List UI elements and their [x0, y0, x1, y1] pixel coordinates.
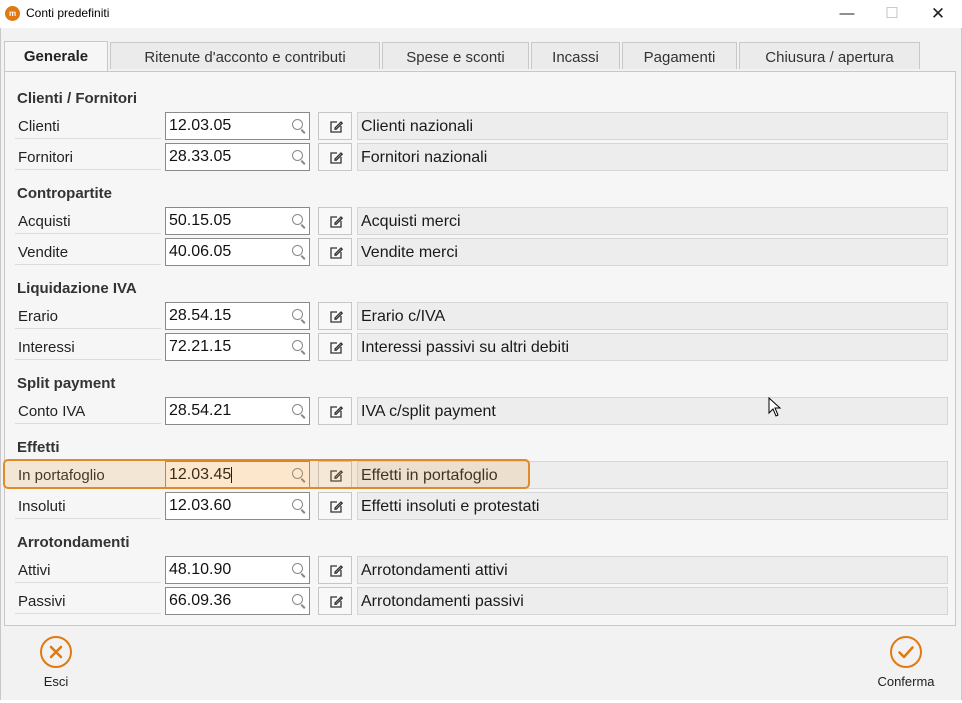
row-label-insoluti: Insoluti [15, 493, 161, 519]
edit-icon [330, 501, 343, 513]
row-label-interessi: Interessi [15, 334, 161, 360]
row-label-passivi: Passivi [15, 588, 161, 614]
description-insoluti: Effetti insoluti e protestati [357, 492, 948, 520]
search-icon[interactable] [292, 563, 303, 574]
edit-icon [330, 121, 343, 133]
window-title: Conti predefiniti [26, 6, 110, 20]
edit-icon [330, 152, 343, 164]
edit-button-clienti[interactable] [318, 112, 352, 140]
edit-button-insoluti[interactable] [318, 492, 352, 520]
dialog-body: Generale Ritenute d'acconto e contributi… [0, 28, 962, 700]
edit-icon [330, 311, 343, 323]
tab-generale[interactable]: Generale [4, 41, 108, 71]
description-passivi: Arrotondamenti passivi [357, 587, 948, 615]
search-icon[interactable] [292, 499, 303, 510]
description-interessi: Interessi passivi su altri debiti [357, 333, 948, 361]
maximize-button[interactable]: ☐ [869, 0, 915, 28]
row-label-clienti: Clienti [15, 113, 161, 139]
esci-label: Esci [43, 674, 69, 689]
code-input-erario[interactable]: 28.54.15 [165, 302, 310, 330]
row-label-attivi: Attivi [15, 557, 161, 583]
edit-icon [330, 470, 343, 482]
tab-chiusura-apertura[interactable]: Chiusura / apertura [739, 42, 920, 69]
search-icon[interactable] [292, 309, 303, 320]
search-icon[interactable] [292, 468, 303, 479]
edit-button-attivi[interactable] [318, 556, 352, 584]
edit-icon [330, 565, 343, 577]
edit-button-vendite[interactable] [318, 238, 352, 266]
confirm-check-icon [890, 636, 922, 668]
row-label-conto-iva: Conto IVA [15, 398, 161, 424]
search-icon[interactable] [292, 245, 303, 256]
row-label-fornitori: Fornitori [15, 144, 161, 170]
search-icon[interactable] [292, 594, 303, 605]
edit-button-erario[interactable] [318, 302, 352, 330]
search-icon[interactable] [292, 214, 303, 225]
conferma-button[interactable]: Conferma [866, 636, 946, 689]
row-label-erario: Erario [15, 303, 161, 329]
esci-button[interactable]: Esci [30, 636, 82, 689]
description-acquisti: Acquisti merci [357, 207, 948, 235]
edit-icon [330, 247, 343, 259]
section-title-split-payment: Split payment [17, 375, 116, 392]
search-icon[interactable] [292, 340, 303, 351]
tab-incassi[interactable]: Incassi [531, 42, 620, 69]
code-input-conto-iva[interactable]: 28.54.21 [165, 397, 310, 425]
section-title-clienti-fornitori: Clienti / Fornitori [17, 90, 137, 107]
code-input-passivi[interactable]: 66.09.36 [165, 587, 310, 615]
section-title-effetti: Effetti [17, 439, 60, 456]
search-icon[interactable] [292, 404, 303, 415]
text-cursor [231, 466, 233, 483]
tab-spese-sconti[interactable]: Spese e sconti [382, 42, 529, 69]
cancel-circle-icon [40, 636, 72, 668]
description-in-portafoglio: Effetti in portafoglio [357, 461, 948, 489]
code-input-in-portafoglio[interactable]: 12.03.45 [165, 461, 310, 489]
description-erario: Erario c/IVA [357, 302, 948, 330]
edit-button-conto-iva[interactable] [318, 397, 352, 425]
conferma-label: Conferma [877, 674, 935, 689]
edit-icon [330, 216, 343, 228]
row-label-vendite: Vendite [15, 239, 161, 265]
search-icon[interactable] [292, 119, 303, 130]
description-attivi: Arrotondamenti attivi [357, 556, 948, 584]
edit-icon [330, 596, 343, 608]
code-input-fornitori[interactable]: 28.33.05 [165, 143, 310, 171]
code-input-vendite[interactable]: 40.06.05 [165, 238, 310, 266]
description-conto-iva: IVA c/split payment [357, 397, 948, 425]
row-label-in-portafoglio: In portafoglio [15, 462, 161, 488]
close-button[interactable]: ✕ [915, 0, 961, 28]
edit-button-passivi[interactable] [318, 587, 352, 615]
edit-button-acquisti[interactable] [318, 207, 352, 235]
section-title-contropartite: Contropartite [17, 185, 112, 202]
code-input-attivi[interactable]: 48.10.90 [165, 556, 310, 584]
app-logo-icon: m [5, 6, 20, 21]
tab-pagamenti[interactable]: Pagamenti [622, 42, 737, 69]
minimize-button[interactable]: — [824, 0, 870, 28]
code-input-insoluti[interactable]: 12.03.60 [165, 492, 310, 520]
mouse-pointer-icon [768, 397, 782, 417]
section-title-liquidazione-iva: Liquidazione IVA [17, 280, 137, 297]
edit-button-interessi[interactable] [318, 333, 352, 361]
description-vendite: Vendite merci [357, 238, 948, 266]
edit-button-fornitori[interactable] [318, 143, 352, 171]
edit-icon [330, 406, 343, 418]
code-input-clienti[interactable]: 12.03.05 [165, 112, 310, 140]
title-bar: m Conti predefiniti — ☐ ✕ [0, 0, 962, 28]
search-icon[interactable] [292, 150, 303, 161]
row-label-acquisti: Acquisti [15, 208, 161, 234]
code-input-interessi[interactable]: 72.21.15 [165, 333, 310, 361]
tab-panel-generale: Clienti / Fornitori Clienti 12.03.05 Cli… [4, 71, 956, 626]
description-fornitori: Fornitori nazionali [357, 143, 948, 171]
edit-icon [330, 342, 343, 354]
description-clienti: Clienti nazionali [357, 112, 948, 140]
edit-button-in-portafoglio[interactable] [318, 461, 352, 489]
tab-ritenute[interactable]: Ritenute d'acconto e contributi [110, 42, 380, 69]
section-title-arrotondamenti: Arrotondamenti [17, 534, 130, 551]
code-input-acquisti[interactable]: 50.15.05 [165, 207, 310, 235]
